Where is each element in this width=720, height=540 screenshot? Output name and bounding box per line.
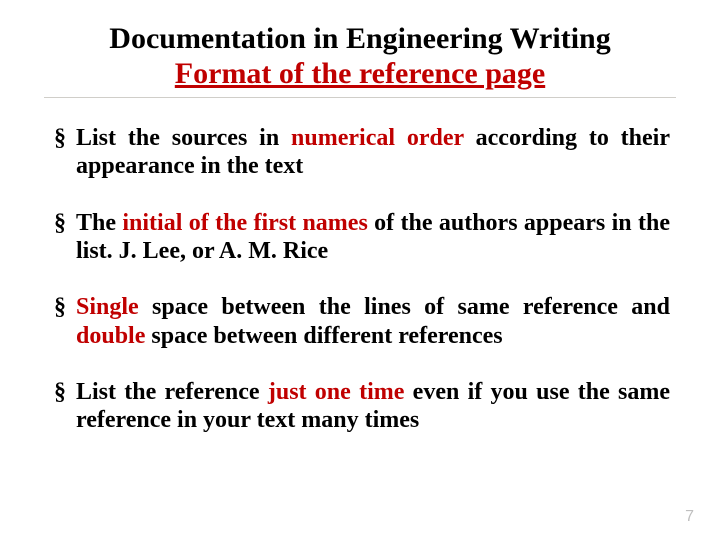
bullet-text: List the reference xyxy=(76,379,268,405)
list-item: The initial of the first names of the au… xyxy=(50,209,670,266)
emphasis-text: initial of the first names xyxy=(122,210,367,236)
bullet-text: The xyxy=(76,210,122,236)
title-line-2: Format of the reference page xyxy=(44,57,676,92)
slide-title: Documentation in Engineering Writing For… xyxy=(44,22,676,91)
emphasis-text: numerical order xyxy=(291,125,464,151)
bullet-list: List the sources in numerical order acco… xyxy=(44,124,676,435)
list-item: List the sources in numerical order acco… xyxy=(50,124,670,181)
list-item: Single space between the lines of same r… xyxy=(50,293,670,350)
bullet-text: space between different references xyxy=(145,323,502,349)
bullet-text: List the sources in xyxy=(76,125,291,151)
emphasis-text: Single xyxy=(76,294,139,320)
title-underline-rule xyxy=(44,97,676,98)
emphasis-text: just one time xyxy=(268,379,405,405)
title-line-1: Documentation in Engineering Writing xyxy=(44,22,676,57)
emphasis-text: double xyxy=(76,323,145,349)
bullet-text: space between the lines of same referenc… xyxy=(139,294,670,320)
list-item: List the reference just one time even if… xyxy=(50,378,670,435)
page-number: 7 xyxy=(685,508,694,526)
